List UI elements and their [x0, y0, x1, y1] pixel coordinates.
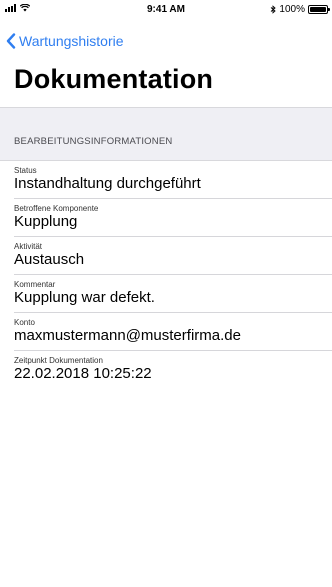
status-bar: 9:41 AM 100%	[0, 0, 332, 20]
row-label: Konto	[14, 318, 35, 327]
battery-icon	[308, 5, 330, 14]
bluetooth-icon	[271, 5, 277, 14]
battery-fill	[310, 7, 326, 12]
row-label: Kommentar	[14, 280, 56, 289]
row-label: Betroffene Komponente	[14, 204, 99, 213]
info-list: Status Instandhaltung durchgeführt Betro…	[0, 161, 332, 389]
row-value: Instandhaltung durchgeführt	[14, 175, 201, 192]
row-value: Austausch	[14, 251, 85, 268]
page-title: Dokumentation	[14, 64, 214, 94]
section-header-label: BEARBEITUNGSINFORMATIONEN	[14, 136, 173, 147]
row-value: Kupplung war defekt.	[14, 289, 155, 306]
row-value: 22.02.2018 10:25:22	[14, 365, 152, 382]
back-button-label: Wartungshistorie	[19, 33, 124, 49]
list-item-component: Betroffene Komponente Kupplung	[0, 199, 332, 237]
list-item-comment: Kommentar Kupplung war defekt.	[0, 275, 332, 313]
back-button[interactable]: Wartungshistorie	[6, 33, 124, 49]
row-label: Status	[14, 166, 37, 175]
list-item-account: Konto maxmustermann@musterfirma.de	[0, 313, 332, 351]
list-item-timestamp: Zeitpunkt Dokumentation 22.02.2018 10:25…	[0, 351, 332, 389]
section-header: BEARBEITUNGSINFORMATIONEN	[0, 107, 332, 161]
status-right: 100%	[270, 4, 330, 15]
list-item-status: Status Instandhaltung durchgeführt	[0, 161, 332, 199]
list-item-activity: Aktivität Austausch	[0, 237, 332, 275]
battery-percent: 100%	[279, 4, 305, 15]
chevron-left-icon	[6, 33, 16, 49]
row-value: Kupplung	[14, 213, 78, 230]
row-value: maxmustermann@musterfirma.de	[14, 327, 241, 344]
row-label: Aktivität	[14, 242, 43, 251]
row-label: Zeitpunkt Dokumentation	[14, 356, 103, 365]
